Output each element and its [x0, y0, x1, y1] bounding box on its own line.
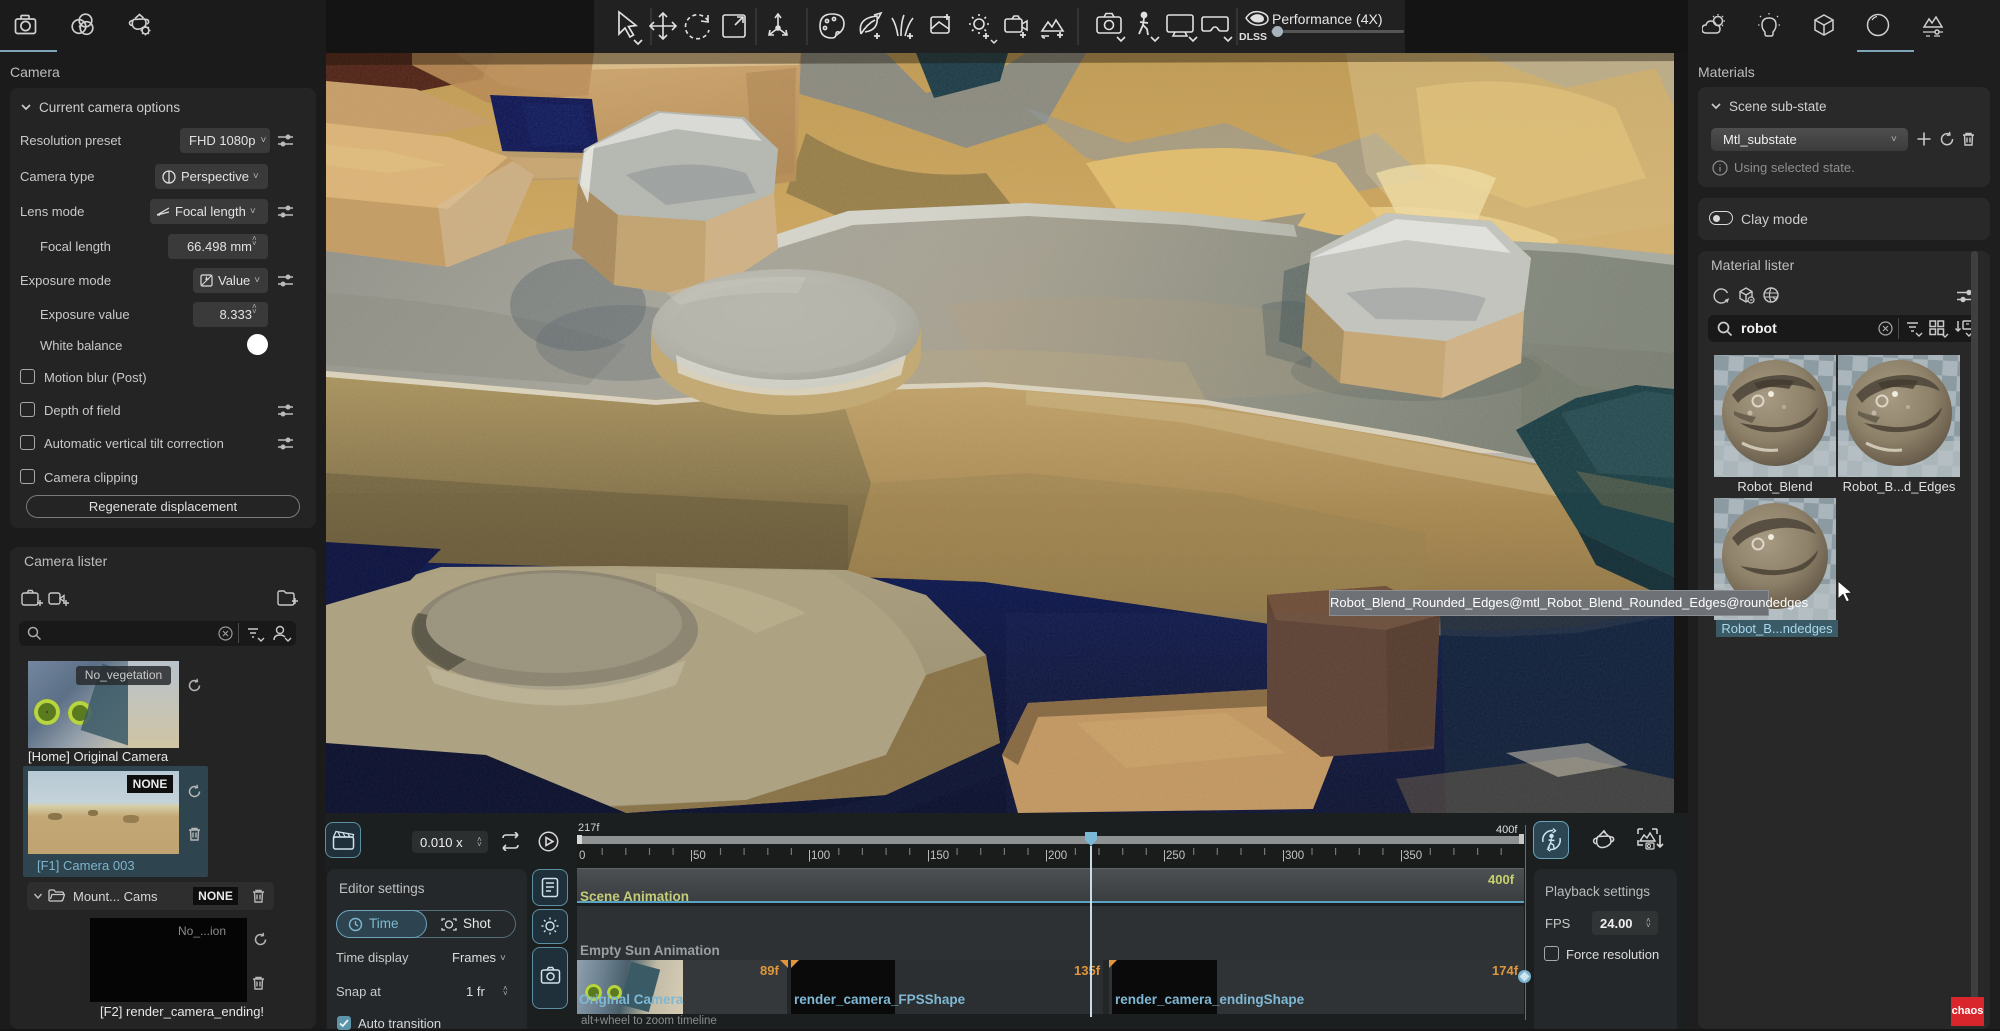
svg-text:DLSS: DLSS: [1239, 31, 1267, 43]
svg-text:|200: |200: [1045, 850, 1067, 862]
svg-text:|150: |150: [927, 850, 949, 862]
svg-text:|250: |250: [1163, 850, 1185, 862]
svg-text:|100: |100: [808, 850, 830, 862]
svg-text:|50: |50: [690, 850, 706, 862]
svg-text:|300: |300: [1282, 850, 1304, 862]
svg-text:|350: |350: [1400, 850, 1422, 862]
svg-text:0: 0: [579, 850, 585, 862]
